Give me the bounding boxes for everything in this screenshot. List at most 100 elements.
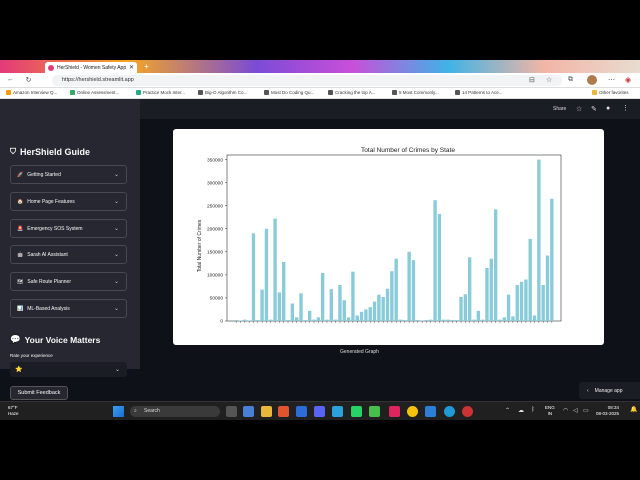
copilot-icon[interactable]: ◉ <box>625 76 631 84</box>
bookmark-item[interactable]: Big-O Algorithm Co... <box>198 90 247 95</box>
bar <box>295 317 299 321</box>
bar <box>446 319 450 321</box>
wifi-icon[interactable]: ◠ <box>563 407 568 414</box>
submit-feedback-button[interactable]: Submit Feedback <box>10 386 68 400</box>
vscode-icon[interactable] <box>425 406 436 417</box>
discord-icon[interactable] <box>314 406 325 417</box>
bar <box>329 289 333 321</box>
close-icon[interactable]: ✕ <box>129 64 134 71</box>
bar <box>424 320 429 321</box>
bar <box>442 319 446 321</box>
bar <box>528 238 532 321</box>
onedrive-icon[interactable]: ☁ <box>518 407 524 414</box>
y-tick-label: 50000 <box>210 296 224 302</box>
windows-start-icon[interactable] <box>113 406 124 417</box>
shield-icon: ⛉ <box>10 147 16 156</box>
bookmark-item[interactable]: 14 Patterns to Ace... <box>455 90 503 95</box>
bar <box>407 251 411 321</box>
bar <box>480 319 485 321</box>
weather-widget[interactable]: 67°F Haze <box>8 405 19 417</box>
bar <box>355 315 359 321</box>
chart-title: Total Number of Crimes by State <box>361 147 455 154</box>
bar <box>493 209 498 321</box>
brave-icon[interactable] <box>278 406 289 417</box>
edge-active-icon[interactable] <box>444 406 455 417</box>
share-button[interactable]: Share <box>553 106 566 112</box>
volume-icon[interactable]: ◁ <box>573 407 578 414</box>
rating-select[interactable]: ⭐ ⌄ <box>10 362 127 377</box>
star-icon[interactable]: ☆ <box>546 76 552 84</box>
edit-icon[interactable]: ✎ <box>591 105 597 113</box>
bar <box>299 293 303 321</box>
task-view-icon[interactable] <box>226 406 237 417</box>
taskbar-search[interactable]: ⌕ Search <box>130 406 220 417</box>
bar <box>346 317 351 321</box>
url-input[interactable]: https://hershield.streamlit.app <box>52 75 562 86</box>
y-tick-label: 350000 <box>207 157 223 163</box>
y-tick-label: 250000 <box>207 203 223 209</box>
tab-title: HerShield - Women Safety App <box>57 64 127 71</box>
edge-icon[interactable] <box>296 406 307 417</box>
bookmark-item[interactable]: Amazon Interview Q... <box>6 90 57 95</box>
sidebar-item-ml-analysis[interactable]: 📊 ML-Based Analysis ⌄ <box>10 299 127 318</box>
chevron-up-icon[interactable]: ⌃ <box>505 407 510 414</box>
sidebar-item-label: Sarah AI Assistant <box>27 251 68 258</box>
bar <box>338 285 342 321</box>
battery-icon[interactable]: ▭ <box>583 407 589 414</box>
bar <box>277 292 282 321</box>
reload-icon[interactable]: ↻ <box>24 76 33 84</box>
github-icon[interactable]: ● <box>606 105 610 112</box>
bar <box>234 320 238 321</box>
search-icon: ⌕ <box>134 408 137 414</box>
bookmark-item[interactable]: Practice Mock Inter... <box>136 90 185 95</box>
bar <box>463 294 468 321</box>
bar <box>364 309 368 321</box>
bookmark-item[interactable]: Must Do Coding Qu... <box>264 90 314 95</box>
bar <box>372 301 377 321</box>
sidebar-item-emergency-sos[interactable]: 🚨 Emergency SOS System ⌄ <box>10 219 127 238</box>
notification-icon[interactable]: 🔔 <box>630 406 637 413</box>
whatsapp-business-icon[interactable] <box>369 406 380 417</box>
file-explorer-icon[interactable] <box>261 406 272 417</box>
telegram-icon[interactable] <box>332 406 343 417</box>
new-tab-icon[interactable]: + <box>142 62 151 71</box>
chevron-down-icon: ⌄ <box>113 252 119 258</box>
widgets-icon[interactable] <box>243 406 254 417</box>
clock[interactable]: 08:34 08-03-2025 <box>596 405 619 417</box>
tab-hershield[interactable]: HerShield - Women Safety App ✕ <box>45 62 137 73</box>
bookmark-item[interactable]: 5 Most Commonly... <box>392 90 439 95</box>
crime-bar-chart: Total Number of Crimes by State Total Nu… <box>197 147 562 325</box>
bar <box>316 317 321 321</box>
app-toolbar: Share ☆ ✎ ● ⋮ <box>140 99 640 119</box>
sidebar-item-getting-started[interactable]: 🚀 Getting Started ⌄ <box>10 165 127 184</box>
menu-icon[interactable]: ⋯ <box>608 76 615 84</box>
sidebar-item-sarah-ai[interactable]: 🤖 Sarah AI Assistant ⌄ <box>10 245 127 264</box>
star-icon[interactable]: ☆ <box>576 105 582 113</box>
extensions-icon[interactable]: ⧉ <box>568 76 573 84</box>
bar <box>489 258 493 321</box>
whatsapp-icon[interactable] <box>351 406 362 417</box>
sidebar-item-label: Home Page Features <box>27 198 75 205</box>
app-icon[interactable] <box>462 406 473 417</box>
rating-value: ⭐ <box>15 367 23 373</box>
back-icon[interactable]: ← <box>6 76 15 83</box>
chrome-icon[interactable] <box>407 406 418 417</box>
bar <box>325 319 329 321</box>
manage-app-button[interactable]: ‹ Manage app <box>579 382 640 399</box>
read-mode-icon[interactable]: ⊟ <box>529 76 535 84</box>
other-favorites[interactable]: Other favorites <box>592 90 629 95</box>
sidebar-item-safe-route[interactable]: 🗺 Safe Route Planner ⌄ <box>10 272 127 291</box>
bluetooth-icon[interactable]: ᛒ <box>531 407 535 413</box>
sidebar-item-home-page-features[interactable]: 🏠 Home Page Features ⌄ <box>10 192 127 211</box>
bookmark-item[interactable]: Cracking the top A... <box>328 90 376 95</box>
bookmarks-bar: Amazon Interview Q... Online Assessment.… <box>0 88 640 99</box>
menu-icon[interactable]: ⋮ <box>622 104 629 112</box>
language-indicator[interactable]: ENG IN <box>545 405 555 417</box>
bar <box>368 307 372 321</box>
bar <box>437 214 442 321</box>
avatar[interactable] <box>587 75 597 85</box>
bookmark-item[interactable]: Online Assessment... <box>70 90 119 95</box>
voice-section-title: 💬 Your Voice Matters <box>10 334 101 345</box>
chevron-down-icon: ⌄ <box>113 226 119 232</box>
music-icon[interactable] <box>389 406 400 417</box>
